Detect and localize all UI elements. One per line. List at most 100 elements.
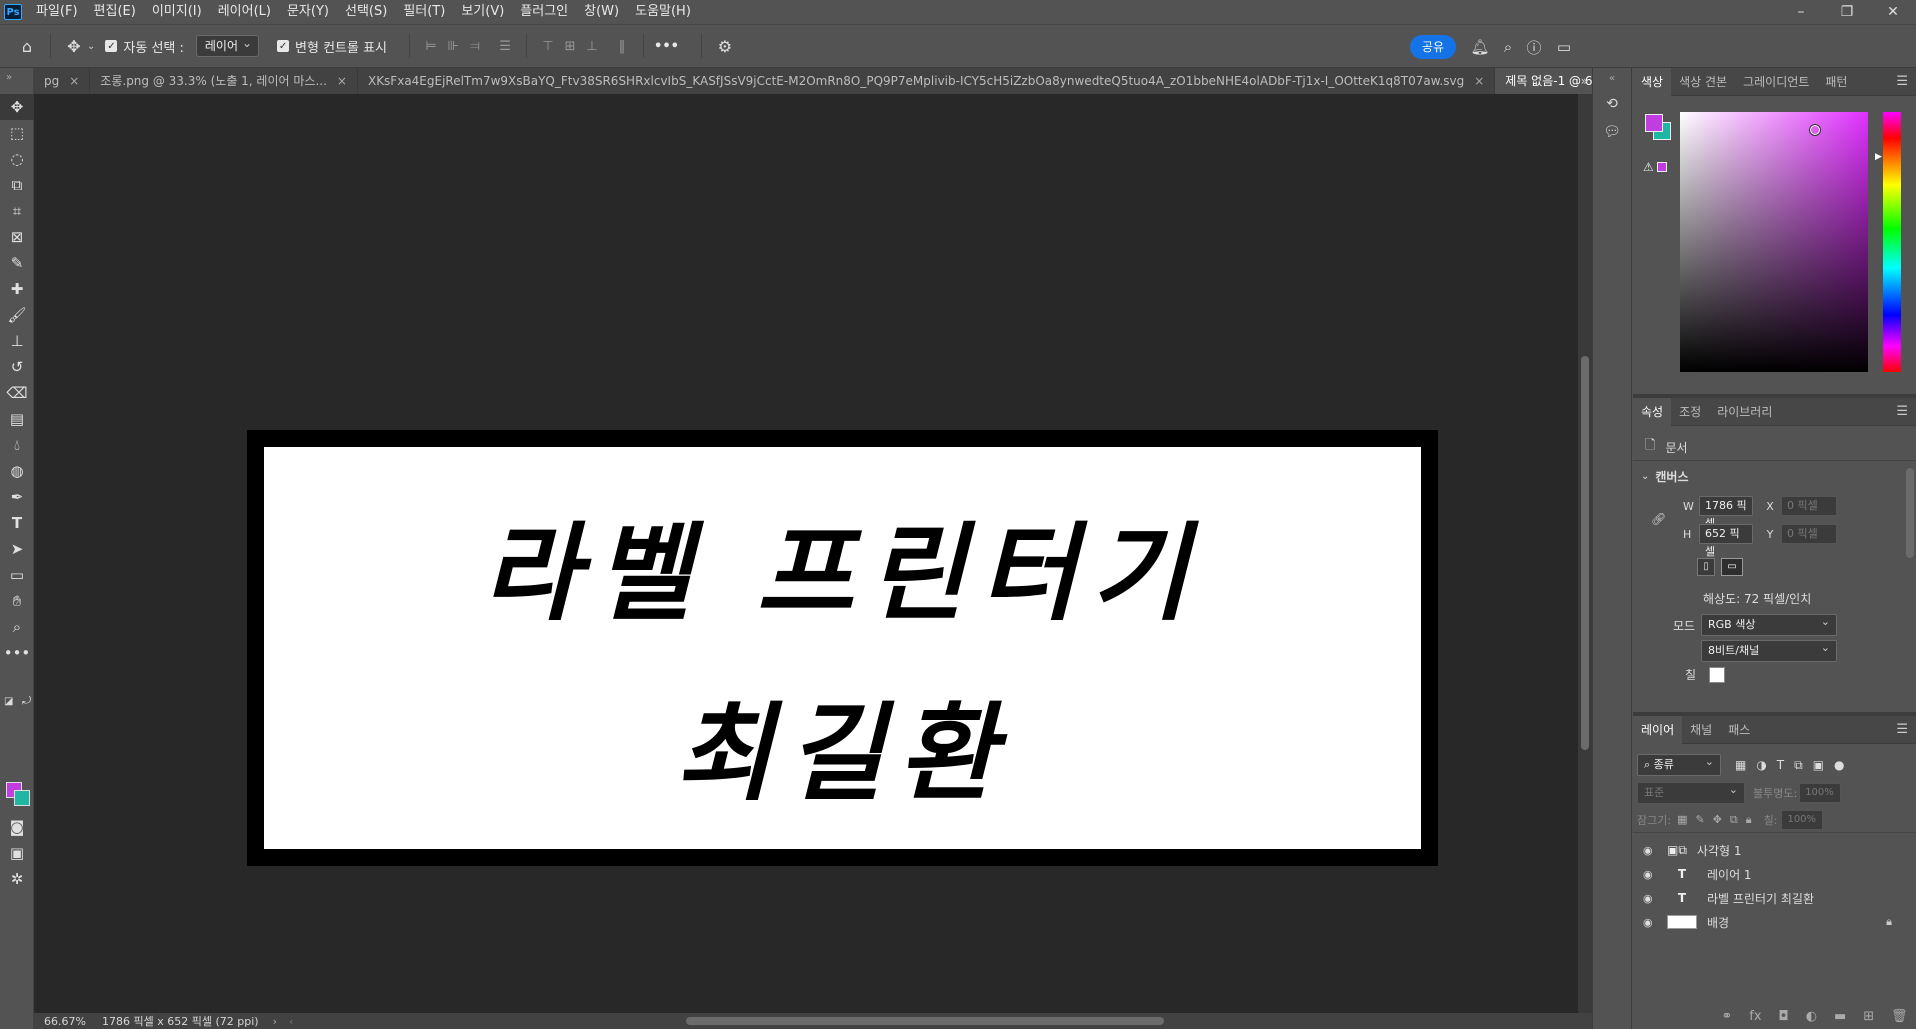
panel-menu-icon[interactable]: ☰ (1896, 74, 1908, 89)
eye-icon[interactable]: ◉ (1643, 844, 1659, 857)
menu-help[interactable]: 도움말(H) (627, 0, 699, 24)
layer-row[interactable]: ◉ ▣⧉ 사각형 1 (1633, 838, 1916, 862)
align-center-icon[interactable]: ⊪ (442, 35, 464, 57)
move-tool-icon[interactable]: ✥ (0, 94, 34, 120)
eye-icon[interactable]: ◉ (1643, 868, 1659, 881)
brush-tool-icon[interactable]: 🖌︎ (0, 302, 34, 328)
help-icon[interactable]: ⓘ (1522, 35, 1546, 59)
dodge-tool-icon[interactable]: ◍ (0, 458, 34, 484)
document-info[interactable]: 1786 픽셀 x 652 픽셀 (72 ppi) (102, 1013, 259, 1029)
history-brush-tool-icon[interactable]: ↺ (0, 354, 34, 380)
type-tool-icon[interactable]: T (0, 510, 34, 536)
eye-icon[interactable]: ◉ (1643, 892, 1659, 905)
close-icon[interactable]: × (337, 68, 347, 94)
pen-tool-icon[interactable]: ✒ (0, 484, 34, 510)
chevron-down-icon[interactable]: ⌄ (87, 41, 95, 52)
move-tool-preset-icon[interactable]: ✥ (61, 33, 87, 59)
trash-icon[interactable]: 🗑︎ (1891, 1009, 1908, 1024)
object-select-tool-icon[interactable]: ⧉ (0, 172, 34, 198)
horizontal-scrollbar-thumb[interactable] (686, 1017, 1164, 1025)
align-top-icon[interactable]: ⊤ (537, 35, 559, 57)
landscape-icon[interactable]: ▭ (1721, 558, 1743, 576)
align-right-icon[interactable]: ⫤ (464, 35, 486, 57)
collapse-icon[interactable]: » (0, 68, 33, 94)
bell-icon[interactable]: 🔔︎ (1468, 35, 1492, 59)
color-picker-field[interactable] (1680, 112, 1868, 372)
layer-row[interactable]: ◉ T 레이어 1 (1633, 862, 1916, 886)
filter-icons[interactable]: ▦◑T⧉▣● (1735, 758, 1855, 773)
blend-mode-dropdown[interactable]: 표준 (1637, 780, 1745, 804)
more-options-icon[interactable]: ••• (654, 39, 679, 54)
menu-file[interactable]: 파일(F) (28, 0, 86, 24)
document-tab-active[interactable]: 제목 없음-1 @ 66.7% (RGB/8#) *× (1495, 68, 1592, 94)
fill-input[interactable]: 100% (1781, 810, 1824, 830)
panel-menu-icon[interactable]: ☰ (1896, 404, 1908, 419)
search-icon[interactable]: ⌕ (1496, 35, 1520, 59)
fill-color-swatch[interactable] (1709, 666, 1725, 683)
tab-overflow-icon[interactable]: » (1581, 68, 1588, 94)
align-left-icon[interactable]: ⊨ (420, 35, 442, 57)
close-icon[interactable]: × (1474, 68, 1484, 94)
link-icon[interactable]: 🔗︎ (1651, 512, 1666, 526)
document-canvas[interactable]: 라벨 프린터기 최길환 (247, 430, 1438, 866)
marquee-tool-icon[interactable]: ⬚ (0, 120, 34, 146)
tab-patterns[interactable]: 패턴 (1817, 68, 1855, 96)
history-panel-icon[interactable]: ⟲ (1593, 90, 1631, 118)
fx-icon[interactable]: fx (1749, 1009, 1761, 1024)
tab-adjustments[interactable]: 조정 (1671, 398, 1709, 426)
crop-tool-icon[interactable]: ⌗ (0, 198, 34, 224)
tab-color[interactable]: 색상 (1633, 67, 1672, 96)
menu-layer[interactable]: 레이어(L) (210, 0, 279, 24)
hand-tool-icon[interactable]: ✋︎ (0, 588, 34, 614)
layer-filter-dropdown[interactable]: ⌕ 종류 (1637, 752, 1721, 776)
tab-swatches[interactable]: 색상 견본 (1671, 68, 1735, 96)
comments-panel-icon[interactable]: 💬︎ (1593, 118, 1631, 146)
menu-type[interactable]: 문자(Y) (279, 0, 337, 24)
gamut-swatch[interactable] (1657, 162, 1667, 172)
quick-mask-icon[interactable]: ◙ (0, 814, 34, 840)
default-colors-icon[interactable]: ◪ (4, 696, 13, 707)
menu-window[interactable]: 창(W) (576, 0, 627, 24)
home-icon[interactable]: ⌂ (14, 33, 40, 59)
frame-tool-icon[interactable]: ⊠ (0, 224, 34, 250)
rectangle-tool-icon[interactable]: ▭ (0, 562, 34, 588)
tab-libraries[interactable]: 라이브러리 (1709, 398, 1780, 426)
collapse-icon[interactable]: « (1593, 68, 1631, 90)
minimize-icon[interactable]: – (1778, 0, 1824, 24)
hue-slider-arrow[interactable]: ▶ (1875, 152, 1882, 162)
new-group-icon[interactable]: ▬ (1834, 1009, 1846, 1024)
link-layers-icon[interactable]: ⚭ (1721, 1009, 1732, 1024)
lock-icon[interactable]: 🔒︎ (1886, 915, 1892, 929)
y-input[interactable]: 0 픽셀 (1781, 524, 1837, 544)
restore-icon[interactable]: ❐ (1824, 0, 1870, 24)
adjustment-layer-icon[interactable]: ◐ (1806, 1009, 1817, 1024)
color-mode-dropdown[interactable]: RGB 색상 (1701, 612, 1837, 636)
portrait-icon[interactable]: ▯ (1697, 558, 1715, 576)
canvas-section-header[interactable]: ⌄ 캔버스 (1641, 468, 1689, 485)
warning-icon[interactable]: ⚠ (1643, 160, 1654, 174)
vertical-scrollbar[interactable] (1578, 94, 1592, 1013)
close-icon[interactable]: ✕ (1870, 0, 1916, 24)
menu-plugins[interactable]: 플러그인 (512, 0, 576, 24)
new-layer-icon[interactable]: ⊞ (1863, 1009, 1874, 1024)
share-button[interactable]: 공유 (1409, 35, 1456, 59)
tab-layers[interactable]: 레이어 (1633, 715, 1683, 744)
layer-row[interactable]: ◉ T 라벨 프린터기 최길환 (1633, 886, 1916, 910)
background-color-swatch[interactable] (14, 790, 30, 806)
transform-controls-checkbox[interactable]: ✓ (277, 40, 290, 52)
swap-colors-icon[interactable]: ⤾ (22, 694, 31, 708)
menu-image[interactable]: 이미지(I) (144, 0, 210, 24)
height-input[interactable]: 652 픽셀 (1699, 524, 1753, 558)
scrollbar-thumb[interactable] (1906, 468, 1914, 558)
generative-icon[interactable]: ✲ (0, 866, 34, 892)
canvas-area[interactable]: 라벨 프린터기 최길환 (34, 94, 1592, 1013)
distribute-horizontal-icon[interactable]: ‖ (611, 35, 633, 57)
gear-icon[interactable]: ⚙ (712, 33, 738, 59)
close-icon[interactable]: × (69, 68, 79, 94)
x-input[interactable]: 0 픽셀 (1781, 496, 1837, 516)
panel-menu-icon[interactable]: ☰ (1896, 722, 1908, 737)
chevron-left-icon[interactable]: ‹ (289, 1015, 293, 1028)
menu-edit[interactable]: 편집(E) (86, 0, 144, 24)
hue-slider[interactable] (1883, 112, 1901, 372)
bit-depth-dropdown[interactable]: 8비트/채널 (1701, 638, 1837, 662)
